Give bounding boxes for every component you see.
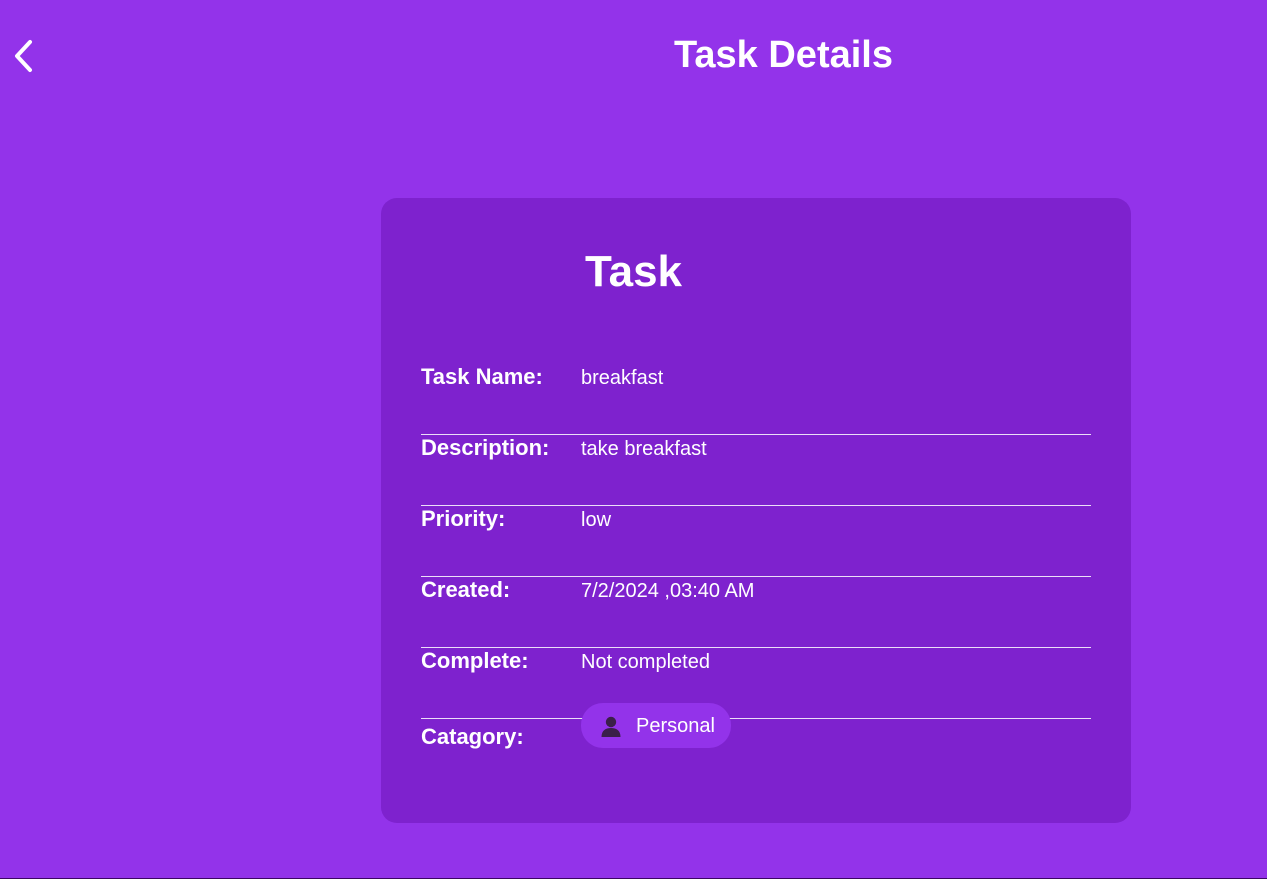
task-name-label: Task Name: — [421, 364, 543, 389]
priority-row: Priority: low — [421, 506, 1091, 577]
task-details-page: Task Details Task Task Name: breakfast D… — [0, 0, 1267, 879]
category-chip[interactable]: Personal — [581, 703, 731, 748]
description-row: Description: take breakfast — [421, 435, 1091, 506]
card-title: Task — [584, 247, 683, 296]
person-icon — [599, 714, 623, 738]
complete-value: Not completed — [581, 651, 710, 673]
description-label: Description: — [421, 435, 550, 460]
task-name-value: breakfast — [581, 367, 664, 389]
created-label: Created: — [421, 577, 511, 602]
description-value: take breakfast — [581, 438, 707, 460]
priority-value: low — [581, 509, 612, 531]
category-row: Catagory: Personal — [421, 703, 1091, 795]
created-row: Created: 7/2/2024 ,03:40 AM — [421, 577, 1091, 648]
complete-row: Complete: Not completed — [421, 648, 1091, 719]
page-title: Task Details — [674, 34, 893, 76]
back-button[interactable] — [8, 38, 38, 74]
task-name-row: Task Name: breakfast — [421, 364, 1091, 435]
created-value: 7/2/2024 ,03:40 AM — [581, 580, 755, 602]
priority-label: Priority: — [421, 506, 506, 531]
category-value: Personal — [636, 714, 715, 737]
category-label: Catagory: — [421, 724, 524, 749]
complete-label: Complete: — [421, 648, 529, 673]
chevron-left-icon — [15, 40, 32, 72]
